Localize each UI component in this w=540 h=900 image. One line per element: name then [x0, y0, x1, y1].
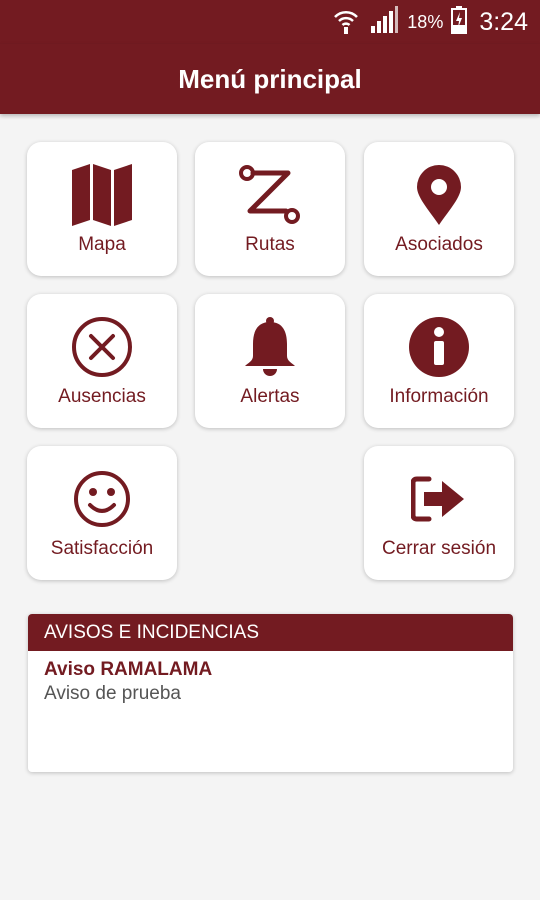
menu-tile-mapa[interactable]: Mapa [27, 142, 177, 276]
route-icon [195, 162, 345, 228]
notices-header: AVISOS E INCIDENCIAS [28, 614, 513, 651]
menu-tile-informacion[interactable]: Información [364, 294, 514, 428]
menu-tile-label: Cerrar sesión [381, 538, 497, 559]
battery-percent: 18% [407, 11, 444, 32]
menu-tile-label: Alertas [240, 386, 300, 407]
battery-icon [451, 5, 468, 39]
smiley-icon [27, 466, 177, 532]
menu-tile-alertas[interactable]: Alertas [195, 294, 345, 428]
close-circle-icon [27, 314, 177, 380]
menu-tile-satisfaccion[interactable]: Satisfacción [27, 446, 177, 580]
notice-item[interactable]: Aviso RAMALAMA Aviso de prueba [28, 651, 513, 706]
menu-tile-rutas[interactable]: Rutas [195, 142, 345, 276]
app-bar: Menú principal [0, 44, 540, 114]
menu-tile-ausencias[interactable]: Ausencias [27, 294, 177, 428]
bell-icon [195, 314, 345, 380]
menu-tile-asociados[interactable]: Asociados [364, 142, 514, 276]
notices-panel: AVISOS E INCIDENCIAS Aviso RAMALAMA Avis… [28, 614, 513, 772]
menu-tile-label: Información [389, 386, 489, 407]
status-bar: 18% 3:24 [0, 0, 540, 44]
notice-description: Aviso de prueba [44, 683, 181, 704]
info-icon [364, 314, 514, 380]
menu-tile-label: Asociados [395, 234, 483, 255]
location-pin-icon [364, 162, 514, 228]
menu-tile-label: Ausencias [58, 386, 146, 407]
menu-tile-cerrar-sesion[interactable]: Cerrar sesión [364, 446, 514, 580]
page-title: Menú principal [178, 63, 362, 94]
clock: 3:24 [479, 7, 528, 36]
signal-icon [369, 5, 399, 39]
menu-tile-label: Satisfacción [50, 538, 154, 559]
menu-tile-label: Rutas [245, 234, 295, 255]
notice-title: Aviso RAMALAMA [44, 659, 213, 680]
menu-tile-label: Mapa [78, 234, 126, 255]
status-indicators: 18% 3:24 [331, 5, 528, 40]
logout-icon [364, 466, 514, 532]
wifi-icon [331, 5, 361, 40]
map-icon [27, 162, 177, 228]
